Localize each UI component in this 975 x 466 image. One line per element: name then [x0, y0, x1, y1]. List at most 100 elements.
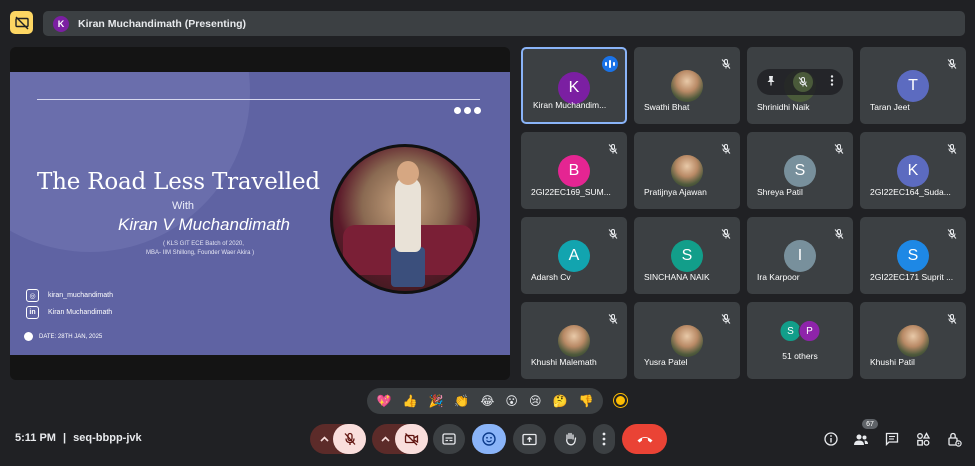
more-vert-icon — [602, 432, 606, 446]
raise-hand-icon — [565, 432, 576, 446]
more-vert-icon[interactable] — [830, 75, 834, 89]
participant-tile[interactable]: Swathi Bhat — [634, 47, 740, 124]
slide-with: With — [172, 200, 194, 212]
camera-toggle-button[interactable] — [395, 424, 428, 454]
participant-name: Ira Karpoor — [757, 272, 800, 282]
camera-options-chevron-icon[interactable] — [380, 432, 391, 450]
participant-name: Khushi Malemath — [531, 357, 597, 367]
avatar: S — [784, 155, 816, 187]
present-screen-icon — [522, 433, 537, 445]
mic-options-chevron-icon[interactable] — [319, 432, 330, 450]
more-options-button[interactable] — [593, 424, 615, 454]
slide-date: DATE: 28TH JAN, 2025 — [24, 332, 102, 341]
slide-instagram: ◎ kiran_muchandimath — [26, 289, 113, 302]
avatar — [671, 155, 703, 187]
avatar: P — [798, 320, 821, 342]
emoji-reactions-button[interactable] — [472, 424, 506, 454]
meeting-code: seq-bbpp-jvk — [73, 432, 142, 444]
participant-tile[interactable]: S P 51 others — [747, 302, 853, 379]
host-controls-lock-icon — [947, 432, 962, 447]
participant-tile[interactable]: B 2GI22EC169_SUM... — [521, 132, 627, 209]
slide-dots-icon — [454, 107, 481, 114]
captions-button[interactable] — [433, 424, 465, 454]
camera-off-icon — [404, 433, 419, 446]
participant-name: Khushi Patil — [870, 357, 915, 367]
participant-tile[interactable]: K 2GI22EC164_Suda... — [860, 132, 966, 209]
linkedin-icon: in — [26, 306, 39, 319]
people-button[interactable] — [851, 429, 871, 449]
present-screen-button[interactable] — [513, 424, 546, 454]
slide: The Road Less Travelled With Kiran V Muc… — [10, 72, 510, 355]
participant-tile[interactable]: SShrinidhi Naik — [747, 47, 853, 124]
presenting-banner[interactable]: K Kiran Muchandimath (Presenting) — [43, 11, 965, 36]
participant-name: 51 others — [782, 351, 818, 361]
mic-off-icon — [947, 226, 957, 239]
slide-title: The Road Less Travelled — [37, 169, 320, 195]
presenter-avatar: K — [53, 15, 69, 32]
participant-tile[interactable]: S SINCHANA NAIK — [634, 217, 740, 294]
date-icon — [24, 332, 33, 341]
slide-subtitle-2: MBA- IIM Shillong, Founder Waer Akira ) — [146, 250, 255, 256]
skin-tone-picker[interactable] — [614, 394, 627, 407]
mic-off-icon — [608, 311, 618, 324]
mic-off-icon — [608, 226, 618, 239]
participant-name: 2GI22EC171 Suprit ... — [870, 272, 954, 282]
participant-tile[interactable]: K Kiran Muchandim... — [521, 47, 627, 124]
participant-tile[interactable]: T Taran Jeet — [860, 47, 966, 124]
participant-name: Swathi Bhat — [644, 102, 690, 112]
presenting-icon[interactable] — [10, 11, 33, 34]
slide-speaker-name: Kiran V Muchandimath — [118, 215, 290, 234]
participant-name: Kiran Muchandim... — [533, 100, 607, 110]
smiley-icon — [482, 432, 496, 446]
participant-tile[interactable]: Khushi Malemath — [521, 302, 627, 379]
participant-tile[interactable]: Pratijnya Ajawan — [634, 132, 740, 209]
instagram-handle: kiran_muchandimath — [48, 292, 113, 299]
reaction-thumbs-down[interactable]: 👎 — [578, 395, 593, 407]
host-controls-button[interactable] — [944, 429, 964, 449]
mic-off-icon — [721, 311, 731, 324]
reaction-surprised[interactable]: 😮 — [505, 395, 518, 407]
participant-name: 2GI22EC164_Suda... — [870, 187, 951, 197]
avatar: I — [784, 240, 816, 272]
reaction-thumbs-up[interactable]: 👍 — [402, 395, 417, 407]
mute-participant-icon[interactable] — [792, 72, 813, 92]
participant-tile[interactable]: I Ira Karpoor — [747, 217, 853, 294]
microphone-toggle-button[interactable] — [333, 424, 366, 454]
participant-tile[interactable]: A Adarsh Cv — [521, 217, 627, 294]
leave-call-button[interactable] — [622, 424, 667, 454]
avatar — [897, 325, 929, 357]
people-count-badge: 67 — [862, 419, 878, 429]
people-icon — [854, 434, 868, 445]
reaction-heart[interactable]: 💖 — [377, 395, 392, 407]
participant-name: Shreya Patil — [757, 187, 803, 197]
speaking-indicator-icon — [602, 56, 618, 72]
presentation-stage[interactable]: The Road Less Travelled With Kiran V Muc… — [10, 47, 510, 380]
chat-button[interactable] — [882, 429, 902, 449]
raise-hand-button[interactable] — [554, 424, 586, 454]
participant-tile[interactable]: S Shreya Patil — [747, 132, 853, 209]
reaction-clap[interactable]: 👏 — [454, 395, 469, 407]
linkedin-handle: Kiran Muchandimath — [48, 309, 113, 316]
reaction-sad[interactable]: 😢 — [529, 395, 542, 407]
participant-tile[interactable]: S 2GI22EC171 Suprit ... — [860, 217, 966, 294]
avatar: T — [897, 70, 929, 102]
mic-off-icon — [947, 141, 957, 154]
reaction-laugh[interactable]: 😂 — [480, 395, 494, 407]
participant-name: Yusra Patel — [644, 357, 688, 367]
reaction-thinking[interactable]: 🤔 — [552, 395, 567, 407]
participant-name: Pratijnya Ajawan — [644, 187, 707, 197]
instagram-icon: ◎ — [26, 289, 39, 302]
avatar: A — [558, 240, 590, 272]
meeting-details-button[interactable] — [821, 429, 841, 449]
activities-button[interactable] — [913, 429, 933, 449]
meet-window: K Kiran Muchandimath (Presenting) The Ro… — [0, 0, 975, 466]
avatar: S — [671, 240, 703, 272]
participant-tile[interactable]: Yusra Patel — [634, 302, 740, 379]
participant-name: Shrinidhi Naik — [757, 102, 810, 112]
participant-name: SINCHANA NAIK — [644, 272, 710, 282]
pin-icon[interactable] — [766, 75, 776, 89]
slide-subtitle-1: ( KLS GIT ECE Batch of 2020, — [163, 241, 244, 247]
chat-icon — [885, 432, 899, 446]
reaction-party[interactable]: 🎉 — [428, 395, 443, 407]
participant-tile[interactable]: Khushi Patil — [860, 302, 966, 379]
